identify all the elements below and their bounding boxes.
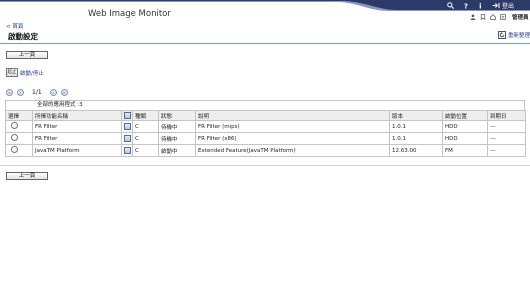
app-count: 全部的應用程式 :3 [5,100,525,110]
cell-status: 待機中 [158,120,196,133]
home-icon[interactable] [490,14,496,20]
table-row[interactable]: FR Filter C 待機中 FR Filter (x86) 1.0.1 HD… [5,132,526,145]
document-icon [124,112,131,119]
document-icon[interactable] [124,147,131,154]
cell-location: HDD [442,132,488,145]
page-title-bar: 啟動設定 重新整理 [0,29,530,44]
admin-label: 管理員 [512,15,529,21]
cell-description: FR Filter (x86) [195,132,390,145]
user-icon[interactable] [470,14,476,20]
cell-name: FR Filter [32,120,122,133]
row-select[interactable] [5,120,33,133]
divider [0,165,530,166]
col-header-location: 啟動位置 [442,110,488,121]
col-header-name: 所擇功能名稱 [32,110,122,121]
table-row[interactable]: JavaTM Platform C 啟動中 Extended Feature(J… [5,144,526,157]
cell-name: FR Filter [32,132,122,145]
col-header-select: 選擇 [5,110,33,121]
cell-description: Extended Feature(JavaTM Platform) [195,144,390,157]
info-icon[interactable]: i [478,2,483,9]
row-select[interactable] [5,144,33,157]
cell-type: C [132,120,159,133]
page-indicator: 1/1 [32,89,42,96]
start-stop-label: 啟動/停止 [20,70,44,77]
cell-doc[interactable] [121,144,133,157]
cell-expiry: --- [487,120,526,133]
search-icon[interactable] [447,2,454,9]
application-table: 選擇 所擇功能名稱 種類 狀態 說明 版本 啟動位置 到期日 FR Filter… [5,110,526,157]
document-icon[interactable] [124,123,131,130]
col-header-version: 版本 [389,110,443,121]
app-title: Web Image Monitor [88,9,171,19]
cell-type: C [132,144,159,157]
row-select[interactable] [5,132,33,145]
cell-name: JavaTM Platform [32,144,122,157]
col-header-type: 種類 [132,110,159,121]
cell-expiry: --- [487,132,526,145]
header: Web Image Monitor ? i 登出 管理員 [0,0,530,22]
cell-version: 1.0.1 [389,132,443,145]
cell-version: 12.63.00 [389,144,443,157]
start-stop-icon: 起止 [6,68,18,77]
document-icon[interactable] [124,135,131,142]
cell-description: FR Filter (mips) [195,120,390,133]
back-button-top[interactable]: 上一頁 [6,51,48,59]
logout-button[interactable]: 登出 [492,1,514,10]
table-row[interactable]: FR Filter C 待機中 FR Filter (mips) 1.0.1 H… [5,120,526,133]
cell-location: FM [442,144,488,157]
cell-type: C [132,132,159,145]
cell-location: HDD [442,120,488,133]
refresh-button[interactable]: 重新整理 [498,31,530,39]
bookmark-icon[interactable] [480,14,486,20]
svg-text:?: ? [464,2,468,9]
cell-version: 1.0.1 [389,120,443,133]
col-header-doc [121,110,133,121]
cell-status: 啟動中 [158,144,196,157]
logout-label: 登出 [502,3,515,10]
row-radio[interactable] [11,134,18,141]
logout-icon [492,2,500,9]
cell-status: 待機中 [158,132,196,145]
prev-page-icon[interactable]: ‹ [17,89,24,96]
start-stop-button[interactable]: 起止 啟動/停止 [6,68,44,77]
list-icon[interactable] [500,14,506,20]
row-radio[interactable] [11,122,18,129]
row-radio[interactable] [11,146,18,153]
cell-expiry: --- [487,144,526,157]
refresh-icon [498,31,506,39]
col-header-expiry: 到期日 [487,110,526,121]
refresh-label: 重新整理 [508,33,530,39]
cell-doc[interactable] [121,132,133,145]
last-page-icon[interactable]: » [60,89,68,96]
help-icon[interactable]: ? [463,2,469,9]
top-icon-bar: ? i 登出 [447,1,523,10]
svg-text:i: i [479,2,481,9]
table-header-row: 選擇 所擇功能名稱 種類 狀態 說明 版本 啟動位置 到期日 [5,110,526,121]
back-button-bottom[interactable]: 上一頁 [6,172,48,180]
next-page-icon[interactable]: › [49,89,57,96]
page-title: 啟動設定 [8,32,38,41]
sub-icon-bar: 管理員 [470,13,529,21]
pager: « ‹ 1/1 › » [6,89,72,96]
cell-doc[interactable] [121,120,133,133]
col-header-description: 說明 [195,110,390,121]
col-header-status: 狀態 [158,110,196,121]
first-page-icon[interactable]: « [6,89,13,96]
application-table-wrap: 全部的應用程式 :3 選擇 所擇功能名稱 種類 狀態 說明 版本 啟動位置 到期… [5,100,526,157]
